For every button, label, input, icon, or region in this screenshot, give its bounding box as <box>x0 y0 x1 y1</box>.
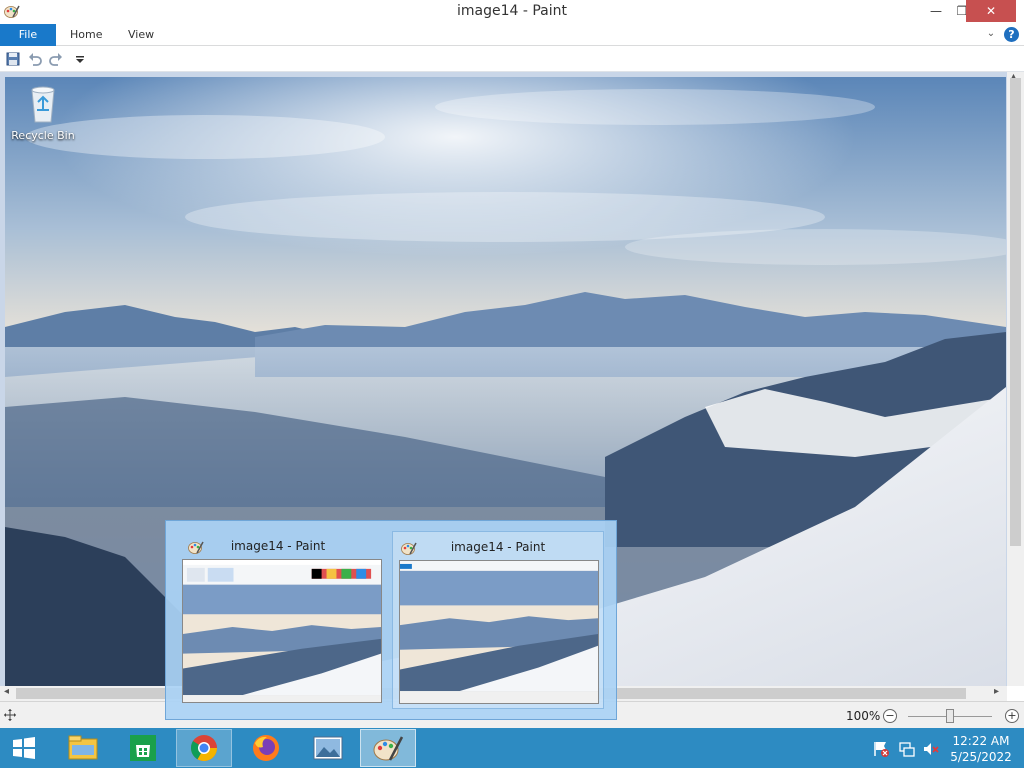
chrome-icon <box>190 735 218 762</box>
network-icon[interactable] <box>898 740 916 758</box>
recycle-bin-shortcut[interactable]: Recycle Bin <box>8 84 78 142</box>
preview-card[interactable]: image14 - Paint <box>172 531 384 709</box>
ribbon-expand-icon[interactable]: ⌄ <box>984 26 998 42</box>
taskbar-file-explorer[interactable] <box>55 729 111 767</box>
scroll-right-icon[interactable]: ▸ <box>994 686 999 697</box>
preview-thumbnail <box>399 560 599 704</box>
vertical-scrollbar[interactable]: ▴ <box>1007 71 1024 686</box>
window-title: image14 - Paint <box>456 3 568 19</box>
undo-icon[interactable] <box>27 51 43 67</box>
preview-title: image14 - Paint <box>450 540 546 554</box>
redo-icon[interactable] <box>48 51 64 67</box>
taskbar-thumbnail-preview: image14 - Paint image14 - Paint <box>165 520 617 720</box>
start-button[interactable] <box>0 729 48 767</box>
store-icon <box>130 735 156 761</box>
zoom-in-button[interactable]: + <box>1005 709 1019 723</box>
vertical-scroll-thumb[interactable] <box>1010 78 1021 546</box>
taskbar-chrome[interactable] <box>176 729 232 767</box>
taskbar: 12:22 AM 5/25/2022 <box>0 728 1024 768</box>
volume-muted-icon[interactable] <box>922 740 940 758</box>
tab-view[interactable]: View <box>114 24 168 46</box>
ribbon-tabs: File Home View <box>0 24 1024 46</box>
clock-date: 5/25/2022 <box>950 750 1012 764</box>
zoom-out-button[interactable]: − <box>883 709 897 723</box>
windows-logo-icon <box>13 737 35 759</box>
move-cursor-icon <box>4 709 16 721</box>
tab-home[interactable]: Home <box>56 24 116 46</box>
title-bar: image14 - Paint — ❐ ✕ <box>0 0 1024 24</box>
tab-file[interactable]: File <box>0 24 56 46</box>
taskbar-store[interactable] <box>115 729 171 767</box>
preview-title: image14 - Paint <box>230 539 326 553</box>
preview-card-selected[interactable]: image14 - Paint <box>392 531 604 709</box>
customize-icon[interactable] <box>72 51 88 67</box>
folder-icon <box>68 735 98 760</box>
taskbar-photos[interactable] <box>300 729 356 767</box>
preview-thumbnail <box>182 559 382 703</box>
clock-time: 12:22 AM <box>952 734 1010 748</box>
action-center-flag-icon[interactable] <box>872 740 890 758</box>
recycle-bin-icon <box>31 86 55 123</box>
save-icon[interactable] <box>5 51 21 67</box>
taskbar-clock[interactable]: 12:22 AM 5/25/2022 <box>948 733 1014 765</box>
recycle-bin-label: Recycle Bin <box>11 129 75 142</box>
quick-access-toolbar <box>0 47 1024 72</box>
scroll-left-icon[interactable]: ◂ <box>4 686 9 697</box>
paint-icon <box>373 736 404 761</box>
photos-icon <box>313 736 343 760</box>
help-icon[interactable]: ? <box>1004 27 1019 42</box>
zoom-slider-thumb[interactable] <box>946 709 954 723</box>
taskbar-paint[interactable] <box>360 729 416 767</box>
close-button[interactable]: ✕ <box>966 0 1016 22</box>
taskbar-firefox[interactable] <box>238 729 294 767</box>
zoom-level-text: 100% <box>846 709 881 723</box>
firefox-icon <box>253 735 279 761</box>
